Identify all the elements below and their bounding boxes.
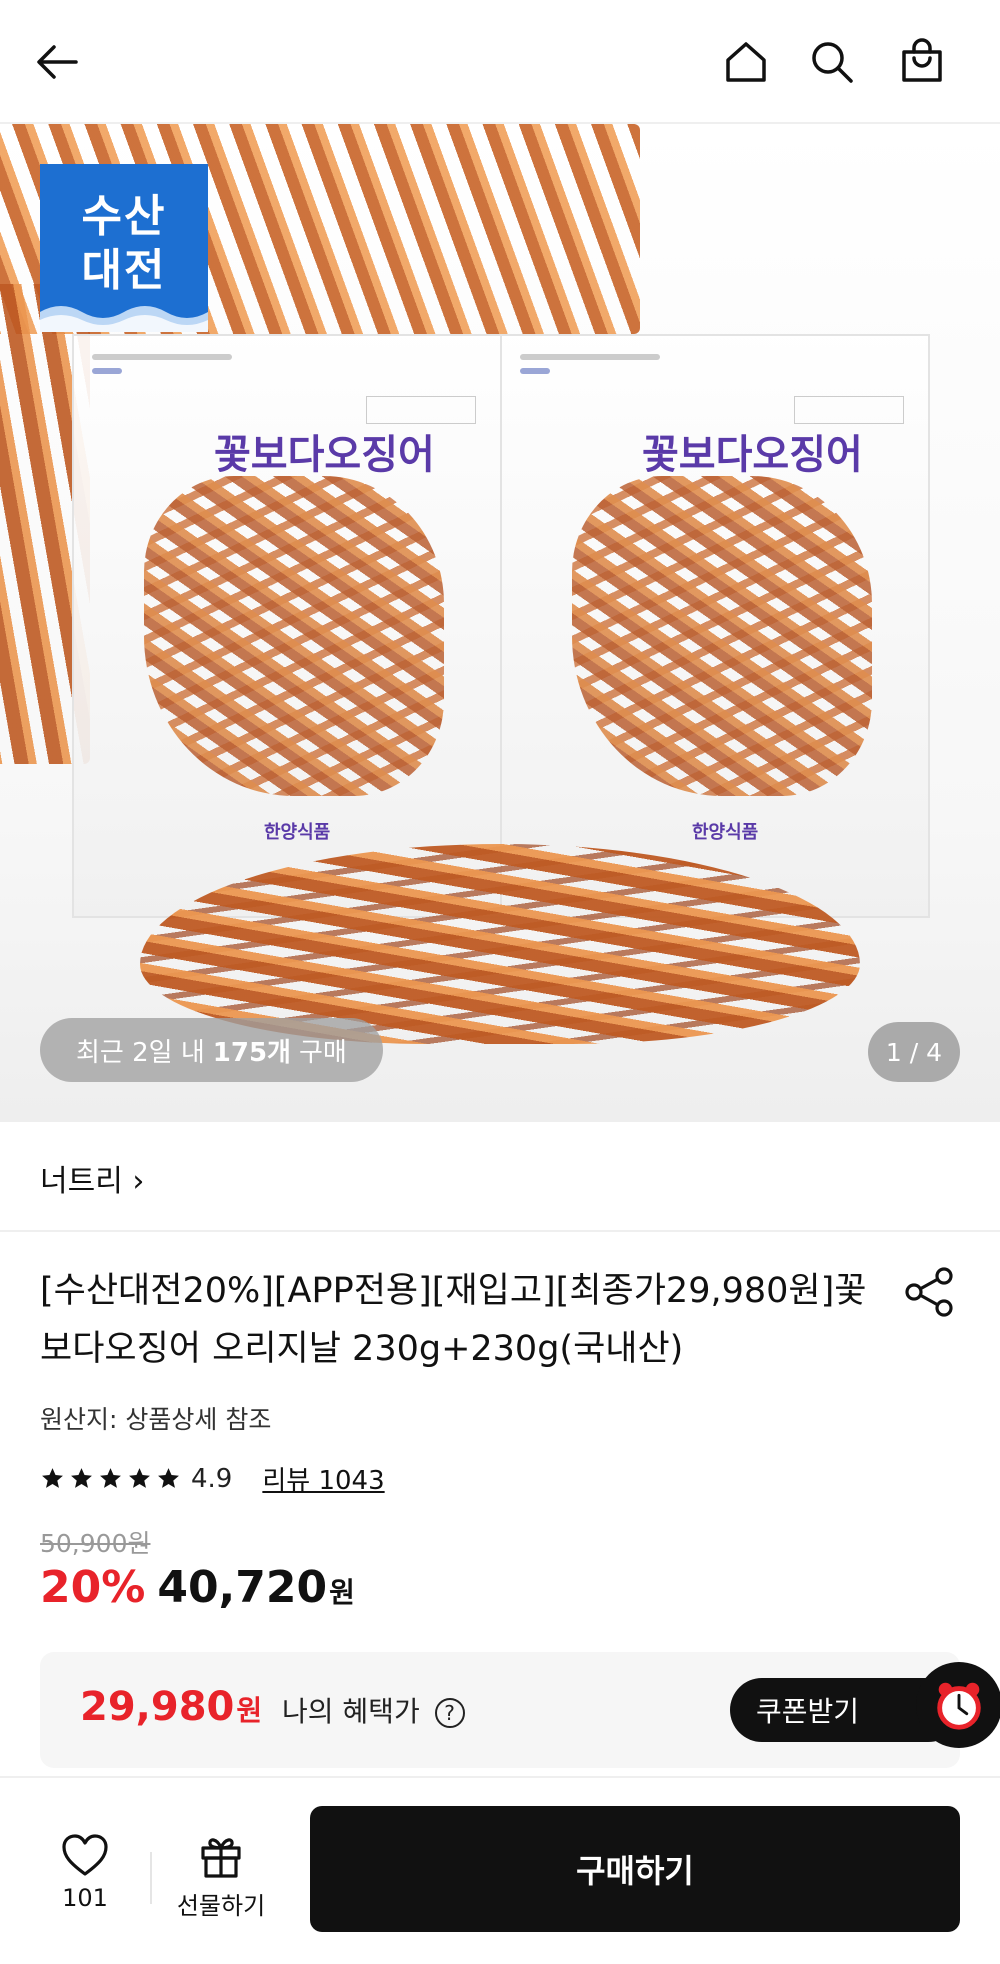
package-title: 꽃보다오징어 [214, 431, 435, 478]
help-icon[interactable]: ? [434, 1698, 465, 1728]
sale-price: 40,720 [157, 1562, 328, 1613]
recent-prefix: 최근 2일 내 [76, 1037, 205, 1068]
recent-count: 175개 [212, 1037, 291, 1068]
gift-icon [201, 1838, 241, 1878]
search-icon [812, 42, 853, 83]
star-icon [158, 1468, 179, 1488]
benefit-price: 29,980원 [80, 1684, 262, 1730]
package-brand: 한양식품 [692, 822, 759, 843]
divider [150, 1852, 152, 1904]
price-row: 20% 40,720 원 [40, 1562, 355, 1613]
coupon-button-label: 쿠폰받기 [756, 1695, 860, 1728]
gift-label: 선물하기 [176, 1892, 266, 1920]
badge-line-2: 대전 [81, 245, 167, 296]
share-icon [905, 1267, 953, 1317]
price-unit: 원 [329, 1576, 355, 1609]
share-button[interactable] [900, 1262, 960, 1322]
origin-info: 원산지: 상품상세 참조 [40, 1405, 272, 1434]
home-button[interactable] [714, 30, 778, 94]
benefit-label-text: 나의 혜택가 [282, 1695, 420, 1728]
product-package-left: 꽃보다오징어 한양식품 [72, 334, 502, 918]
image-counter: 1 / 4 [868, 1022, 960, 1082]
home-icon [726, 42, 766, 82]
search-button[interactable] [800, 30, 864, 94]
star-rating [40, 1466, 181, 1491]
original-price: 50,900원 [40, 1529, 151, 1558]
star-icon [100, 1468, 121, 1488]
rating-score: 4.9 [191, 1463, 233, 1494]
top-app-bar [0, 0, 1000, 124]
shopping-bag-icon [902, 38, 942, 82]
alarm-clock-icon [916, 1662, 1000, 1748]
buy-button[interactable]: 구매하기 [310, 1806, 960, 1932]
discount-rate: 20% [40, 1562, 146, 1613]
recent-suffix: 구매 [298, 1037, 347, 1068]
star-icon [42, 1468, 63, 1488]
brand-link[interactable]: 너트리 › [40, 1156, 144, 1200]
reviews-link[interactable]: 리뷰 1043 [262, 1460, 384, 1497]
heart-icon [62, 1834, 108, 1876]
benefit-price-box: 29,980원 나의 혜택가 ? 쿠폰받기 [40, 1652, 1000, 1768]
recent-purchase-pill: 최근 2일 내 175개 구매 [40, 1018, 383, 1082]
product-title: [수산대전20%][APP전용][재입고][최종가29,980원]꽃보다오징어 … [40, 1271, 867, 1369]
cart-button[interactable] [890, 30, 954, 94]
like-button[interactable]: 101 [40, 1832, 130, 1912]
benefit-label: 나의 혜택가 ? [282, 1690, 465, 1730]
seafood-festival-badge: 수산 대전 [40, 164, 208, 332]
package-title: 꽃보다오징어 [642, 431, 863, 478]
benefit-price-unit: 원 [236, 1694, 263, 1727]
brand-row: 너트리 › [0, 1122, 1000, 1232]
package-brand: 한양식품 [264, 822, 331, 843]
product-image-carousel[interactable]: 꽃보다오징어 한양식품 꽃보다오징어 한양식품 수산 대전 최근 2일 내 17… [0, 124, 1000, 1122]
wave-icon [40, 306, 208, 332]
back-arrow-icon [37, 45, 78, 79]
star-icon [129, 1468, 150, 1488]
benefit-price-value: 29,980 [80, 1684, 235, 1730]
bottom-action-bar: 101 선물하기 구매하기 [0, 1776, 1000, 1964]
back-button[interactable] [26, 30, 90, 94]
like-count: 101 [62, 1884, 108, 1912]
rating-row: 4.9 리뷰 1043 [40, 1460, 385, 1497]
star-icon [71, 1468, 92, 1488]
product-package-right: 꽃보다오징어 한양식품 [500, 334, 930, 918]
gift-button[interactable]: 선물하기 [166, 1832, 276, 1921]
